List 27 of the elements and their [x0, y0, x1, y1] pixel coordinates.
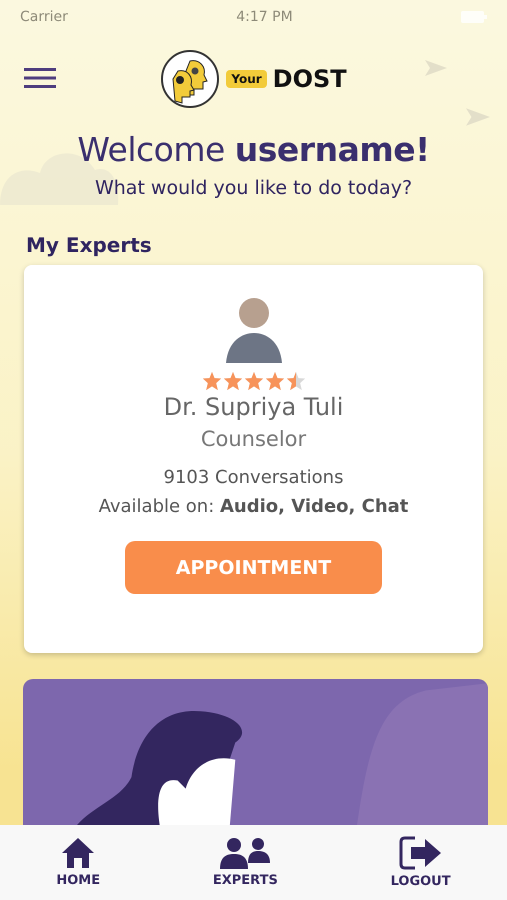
heads-logo-icon [160, 49, 220, 109]
logout-icon [398, 836, 443, 870]
nav-tab[interactable]: EXPERTS [212, 837, 278, 888]
star-icon [222, 371, 242, 391]
home-icon [61, 837, 96, 869]
conversation-count: 9103 Conversations [164, 467, 344, 488]
expert-name: Dr. Supriya Tuli [164, 393, 344, 421]
menu-icon[interactable] [24, 66, 56, 90]
clock-time: 4:17 PM [236, 9, 293, 25]
expert-role: Counselor [200, 427, 306, 451]
star-icon [286, 371, 306, 391]
logo-wordmark: DOST [272, 65, 347, 93]
star-icon [244, 371, 264, 391]
welcome-title: Welcome username! [77, 130, 430, 169]
people-icon [218, 837, 272, 869]
paper-plane-icon [425, 60, 447, 76]
availability-text: Available on: Audio, Video, Chat [98, 496, 408, 517]
nav-tab[interactable]: HOME [56, 837, 100, 888]
star-icon [202, 371, 222, 391]
battery-icon [461, 11, 487, 23]
logo-badge: Your [226, 70, 267, 88]
nav-tab[interactable]: LOGOUT [390, 836, 451, 889]
section-title: My Experts [26, 233, 153, 257]
welcome-subtitle: What would you like to do today? [94, 177, 414, 199]
paper-plane-icon [466, 108, 490, 126]
star-icon [264, 371, 284, 391]
carrier-label: Carrier [20, 9, 68, 25]
